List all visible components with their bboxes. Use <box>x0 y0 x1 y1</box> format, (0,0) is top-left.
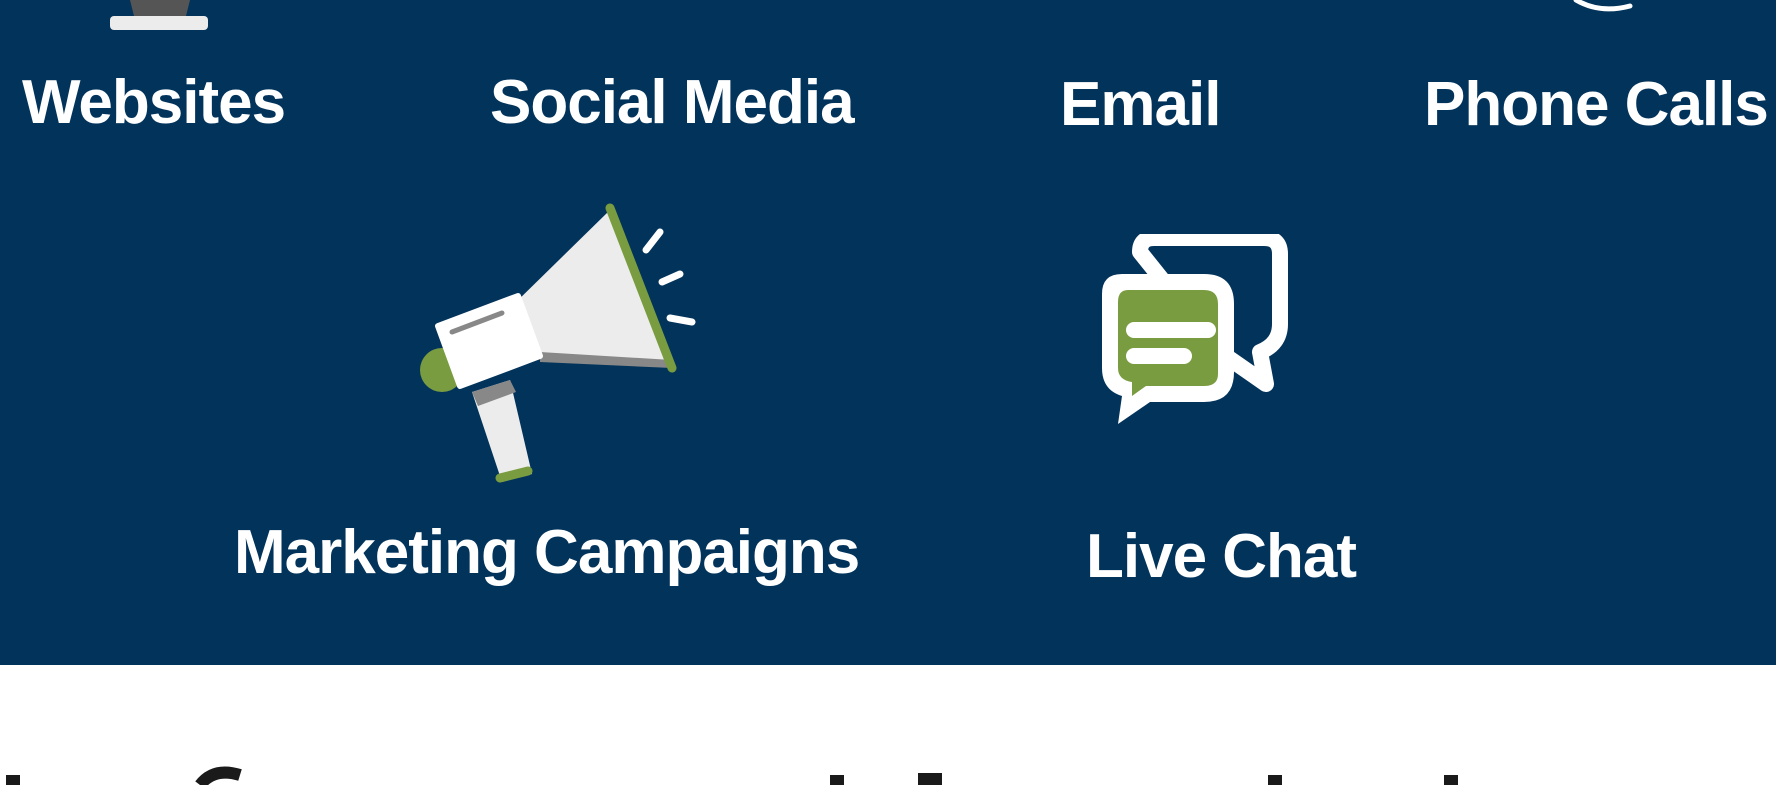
phone-icon <box>1573 0 1633 12</box>
channel-label-social-media: Social Media <box>490 68 855 137</box>
megaphone-icon <box>420 203 696 483</box>
channel-label-email: Email <box>1060 70 1221 139</box>
monitor-icon <box>110 0 208 30</box>
cropped-text-fragments <box>6 766 1458 785</box>
channel-label-live-chat: Live Chat <box>1086 522 1357 591</box>
channel-label-marketing-campaigns: Marketing Campaigns <box>234 518 860 587</box>
page: Websites Social Media Email Phone Calls <box>0 0 1776 785</box>
channel-label-phone-calls: Phone Calls <box>1424 70 1769 139</box>
lower-content-band <box>0 665 1776 785</box>
channel-label-websites: Websites <box>22 68 286 137</box>
chat-bubbles-icon <box>1102 234 1288 424</box>
channels-panel: Websites Social Media Email Phone Calls <box>0 0 1776 665</box>
